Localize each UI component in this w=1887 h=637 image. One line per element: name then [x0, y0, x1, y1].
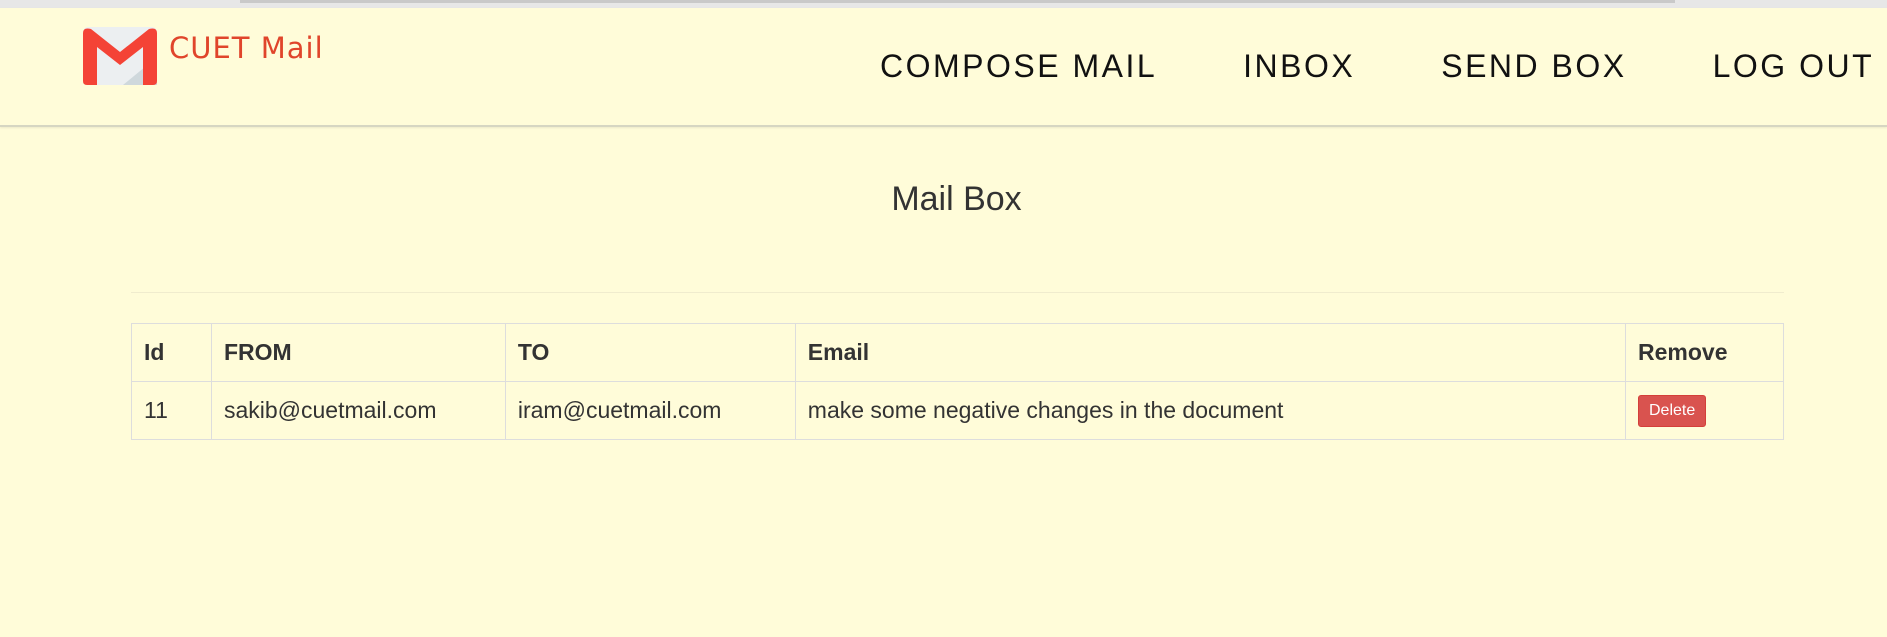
- table-row: 11 sakib@cuetmail.com iram@cuetmail.com …: [131, 381, 1784, 440]
- brand[interactable]: CUET Mail: [83, 27, 324, 85]
- cell-id: 11: [131, 381, 212, 440]
- header-email: Email: [794, 323, 1627, 382]
- brand-name: CUET Mail: [169, 31, 324, 65]
- cell-remove: Delete: [1625, 381, 1784, 440]
- nav-inbox[interactable]: INBOX: [1243, 48, 1355, 85]
- navbar: CUET Mail COMPOSE MAIL INBOX SEND BOX LO…: [0, 8, 1887, 127]
- page-title: Mail Box: [891, 180, 1022, 218]
- header-to: TO: [504, 323, 796, 382]
- delete-button[interactable]: Delete: [1638, 395, 1707, 427]
- nav-compose-mail[interactable]: COMPOSE MAIL: [880, 48, 1157, 85]
- nav-log-out[interactable]: LOG OUT: [1713, 48, 1875, 85]
- divider: [131, 292, 1784, 293]
- mail-table: Id FROM TO Email Remove 11 sakib@cuetmai…: [131, 323, 1784, 440]
- browser-scrollbar: [240, 0, 1675, 3]
- nav-send-box[interactable]: SEND BOX: [1441, 48, 1626, 85]
- cell-email: make some negative changes in the docume…: [794, 381, 1627, 440]
- header-remove: Remove: [1625, 323, 1784, 382]
- main-nav: COMPOSE MAIL INBOX SEND BOX LOG OUT: [880, 48, 1874, 85]
- header-id: Id: [131, 323, 212, 382]
- browser-top-strip: [0, 0, 1887, 8]
- cell-from: sakib@cuetmail.com: [210, 381, 506, 440]
- table-header-row: Id FROM TO Email Remove: [131, 323, 1784, 382]
- mail-logo-icon: [83, 27, 157, 85]
- cell-to: iram@cuetmail.com: [504, 381, 796, 440]
- header-from: FROM: [210, 323, 506, 382]
